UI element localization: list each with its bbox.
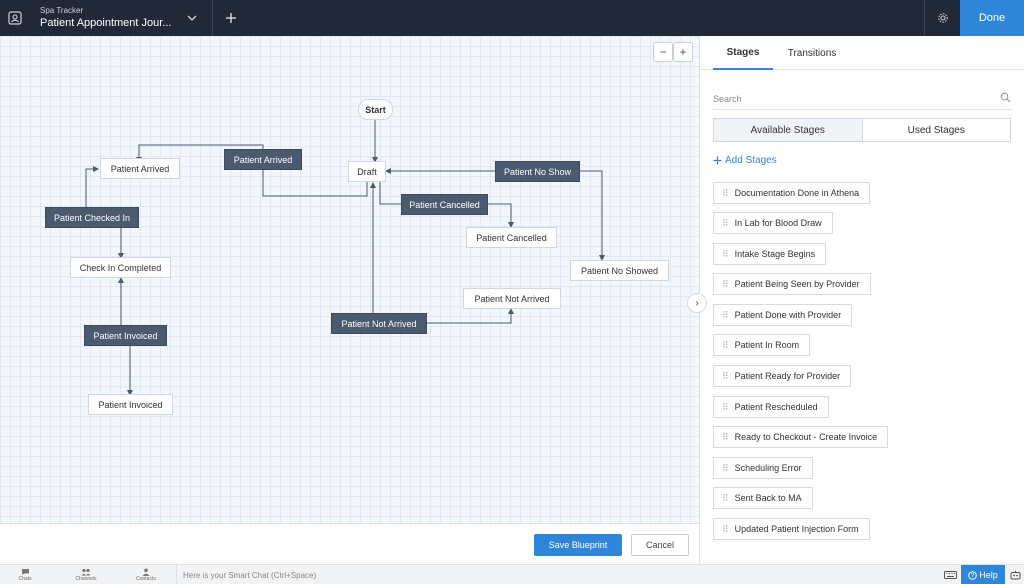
stage-item[interactable]: ⠿ In Lab for Blood Draw xyxy=(713,212,833,234)
stage-label: Patient Being Seen by Provider xyxy=(734,279,860,289)
smart-chat-input[interactable]: Here is your Smart Chat (Ctrl+Space) xyxy=(176,565,940,584)
chevron-down-icon[interactable] xyxy=(184,0,200,36)
stage-label: Patient Rescheduled xyxy=(734,402,818,412)
cancel-button[interactable]: Cancel xyxy=(631,534,689,556)
tab-transitions[interactable]: Transitions xyxy=(780,36,844,70)
drag-handle-icon[interactable]: ⠿ xyxy=(722,402,729,413)
zoom-in-button[interactable]: + xyxy=(673,42,693,62)
node-start[interactable]: Start xyxy=(358,99,393,120)
transition-patient-cancelled[interactable]: Patient Cancelled xyxy=(401,194,488,215)
top-bar: Spa Tracker Patient Appointment Jour... … xyxy=(0,0,1024,36)
drag-handle-icon[interactable]: ⠿ xyxy=(722,432,729,443)
chats-shortcut[interactable]: Chats xyxy=(0,565,50,584)
bot-icon[interactable] xyxy=(1006,565,1024,584)
chats-label: Chats xyxy=(18,576,32,582)
blueprint-icon[interactable] xyxy=(0,0,30,36)
add-stages-link[interactable]: Add Stages xyxy=(713,155,777,166)
drag-handle-icon[interactable]: ⠿ xyxy=(722,524,729,535)
stage-item[interactable]: ⠿ Sent Back to MA xyxy=(713,487,813,509)
stage-label: Ready to Checkout - Create Invoice xyxy=(734,432,878,442)
stage-item[interactable]: ⠿ Ready to Checkout - Create Invoice xyxy=(713,426,889,448)
stage-item[interactable]: ⠿ Updated Patient Injection Form xyxy=(713,518,870,540)
stage-item[interactable]: ⠿ Patient Ready for Provider xyxy=(713,365,852,387)
drag-handle-icon[interactable]: ⠿ xyxy=(722,463,729,474)
channels-icon xyxy=(81,568,91,576)
drag-handle-icon[interactable]: ⠿ xyxy=(722,371,729,382)
contacts-icon xyxy=(142,568,150,576)
transition-patient-arrived[interactable]: Patient Arrived xyxy=(224,149,302,170)
transition-patient-not-arrived[interactable]: Patient Not Arrived xyxy=(331,313,427,334)
done-button[interactable]: Done xyxy=(960,0,1024,36)
stage-item[interactable]: ⠿ Patient Rescheduled xyxy=(713,396,829,418)
search-placeholder: Search xyxy=(713,93,742,104)
collapse-panel-icon[interactable]: › xyxy=(687,293,707,313)
search-input[interactable]: Search xyxy=(713,88,1013,110)
add-icon[interactable] xyxy=(213,0,249,36)
contacts-shortcut[interactable]: Contacts xyxy=(121,565,171,584)
drag-handle-icon[interactable]: ⠿ xyxy=(722,340,729,351)
help-button[interactable]: ? Help xyxy=(961,565,1005,584)
tab-stages[interactable]: Stages xyxy=(713,36,773,70)
stages-panel: Stages Transitions Search Available Stag… xyxy=(700,36,1024,564)
drag-handle-icon[interactable]: ⠿ xyxy=(722,279,729,290)
stage-item[interactable]: ⠿ Intake Stage Begins xyxy=(713,243,827,265)
drag-handle-icon[interactable]: ⠿ xyxy=(722,493,729,504)
status-bar: Chats Channels Contacts Here is your Sma… xyxy=(0,564,1024,584)
stage-label: Intake Stage Begins xyxy=(734,249,816,259)
transition-patient-no-show[interactable]: Patient No Show xyxy=(495,161,580,182)
zoom-out-button[interactable]: − xyxy=(653,42,673,62)
chat-icon xyxy=(21,569,29,575)
stage-item[interactable]: ⠿ Patient Being Seen by Provider xyxy=(713,273,871,295)
channels-label: Channels xyxy=(75,576,97,582)
add-stages-label: Add Stages xyxy=(725,155,777,166)
canvas-footer: Save Blueprint Cancel xyxy=(0,523,700,564)
used-stages-toggle[interactable]: Used Stages xyxy=(863,119,1011,141)
drag-handle-icon[interactable]: ⠿ xyxy=(722,310,729,321)
question-icon: ? xyxy=(968,570,978,580)
stage-label: Updated Patient Injection Form xyxy=(734,524,859,534)
stage-label: Documentation Done in Athena xyxy=(734,188,860,198)
node-patient-cancelled[interactable]: Patient Cancelled xyxy=(466,227,557,248)
stage-label: Patient Ready for Provider xyxy=(734,371,841,381)
stage-label: Patient In Room xyxy=(734,340,800,350)
transition-patient-invoiced[interactable]: Patient Invoiced xyxy=(84,325,167,346)
stage-filter-toggle: Available Stages Used Stages xyxy=(713,118,1011,142)
stage-label: Sent Back to MA xyxy=(734,493,802,503)
transition-patient-checked-in[interactable]: Patient Checked In xyxy=(45,207,139,228)
contacts-label: Contacts xyxy=(136,576,156,582)
stage-item[interactable]: ⠿ Scheduling Error xyxy=(713,457,813,479)
stage-item[interactable]: ⠿ Documentation Done in Athena xyxy=(713,182,871,204)
node-draft[interactable]: Draft xyxy=(348,161,386,182)
module-name: Spa Tracker xyxy=(40,6,84,15)
available-stages-toggle[interactable]: Available Stages xyxy=(714,119,863,141)
help-label: Help xyxy=(979,570,998,580)
blueprint-title: Patient Appointment Jour... xyxy=(40,17,172,29)
stage-item[interactable]: ⠿ Patient Done with Provider xyxy=(713,304,853,326)
panel-tabs: Stages Transitions xyxy=(700,36,1024,70)
node-patient-invoiced[interactable]: Patient Invoiced xyxy=(88,394,173,415)
gear-icon[interactable] xyxy=(924,0,960,36)
save-blueprint-button[interactable]: Save Blueprint xyxy=(534,534,622,556)
blueprint-canvas[interactable]: − + Start Draft Patient Arrived Patient … xyxy=(0,36,700,523)
plus-icon xyxy=(713,156,722,165)
channels-shortcut[interactable]: Channels xyxy=(61,565,111,584)
stage-label: Scheduling Error xyxy=(734,463,802,473)
node-patient-not-arrived[interactable]: Patient Not Arrived xyxy=(463,288,561,309)
node-patient-no-showed[interactable]: Patient No Showed xyxy=(570,260,669,281)
stage-label: In Lab for Blood Draw xyxy=(734,218,822,228)
blueprint-title-block[interactable]: Spa Tracker Patient Appointment Jour... xyxy=(40,6,172,30)
keyboard-icon[interactable] xyxy=(940,565,960,584)
node-patient-arrived[interactable]: Patient Arrived xyxy=(100,158,180,179)
drag-handle-icon[interactable]: ⠿ xyxy=(722,188,729,199)
drag-handle-icon[interactable]: ⠿ xyxy=(722,249,729,260)
stage-label: Patient Done with Provider xyxy=(734,310,842,320)
stage-item[interactable]: ⠿ Patient In Room xyxy=(713,334,811,356)
drag-handle-icon[interactable]: ⠿ xyxy=(722,218,729,229)
node-check-in-completed[interactable]: Check In Completed xyxy=(70,257,171,278)
search-icon[interactable] xyxy=(1000,92,1011,105)
